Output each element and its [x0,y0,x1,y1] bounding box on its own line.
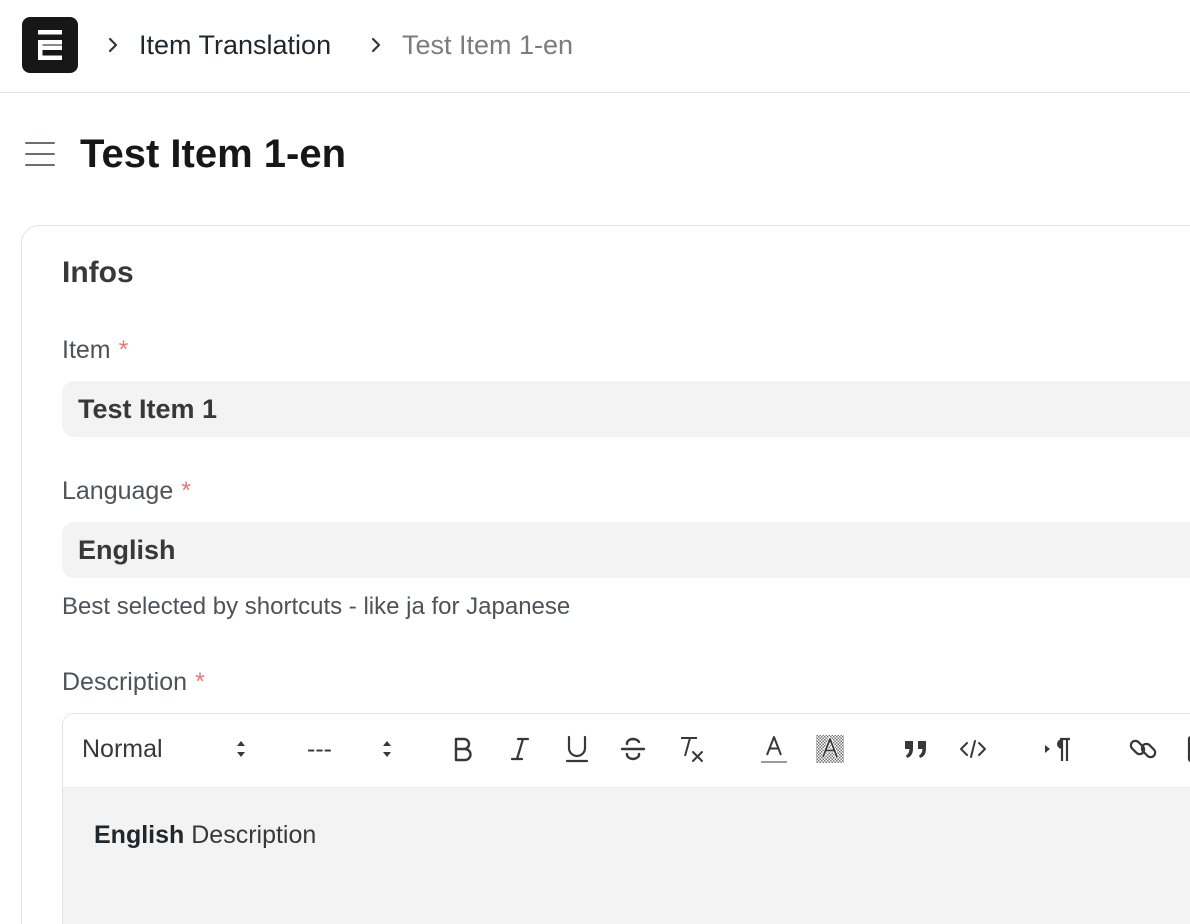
hamburger-icon[interactable] [24,138,56,170]
section-title: Infos [62,256,134,289]
select-arrows-icon[interactable] [234,736,248,762]
editor-toolbar: Normal --- [63,714,1190,788]
editor-content-area[interactable]: English Description [63,788,1190,924]
chevron-right-icon [108,37,118,53]
required-mark: * [118,336,129,364]
blockquote-icon[interactable] [899,732,933,766]
underline-icon[interactable] [560,732,594,766]
font-select[interactable]: --- [307,732,332,766]
link-icon[interactable] [1126,732,1160,766]
language-label: Language * [62,476,191,506]
header-select[interactable]: Normal [82,732,163,766]
description-label-text: Description [62,668,188,696]
italic-icon[interactable] [503,732,537,766]
required-mark: * [181,477,191,505]
editor-content: English Description [94,819,316,851]
editor-plain-text: Description [191,821,317,849]
frappe-logo-icon[interactable] [22,17,78,73]
bold-icon[interactable] [446,732,480,766]
code-block-icon[interactable] [956,732,990,766]
language-input[interactable]: English [62,522,1190,578]
strikethrough-icon[interactable] [616,732,650,766]
navbar: Item Translation Test Item 1-en [0,0,1190,93]
text-direction-icon[interactable] [1041,732,1075,766]
description-editor: Normal --- English Description [62,713,1190,924]
breadcrumb-current[interactable]: Test Item 1-en [402,28,573,62]
description-label: Description * [62,667,205,697]
item-value: Test Item 1 [78,394,218,424]
required-mark: * [195,668,205,696]
editor-bold-text: English [94,821,185,849]
language-help-text: Best selected by shortcuts - like ja for… [62,593,571,620]
language-label-text: Language [62,477,174,505]
item-label: Item * [62,335,128,365]
text-color-icon[interactable] [757,732,791,766]
language-value: English [78,535,176,565]
select-arrows-icon[interactable] [380,736,394,762]
clear-format-icon[interactable] [673,732,707,766]
item-label-text: Item [62,336,111,364]
chevron-right-icon [371,37,381,53]
page-title: Test Item 1-en [80,132,346,176]
item-input[interactable]: Test Item 1 [62,381,1190,437]
background-color-icon[interactable] [813,732,847,766]
breadcrumb-item-translation[interactable]: Item Translation [139,28,331,62]
image-icon[interactable] [1181,732,1190,766]
